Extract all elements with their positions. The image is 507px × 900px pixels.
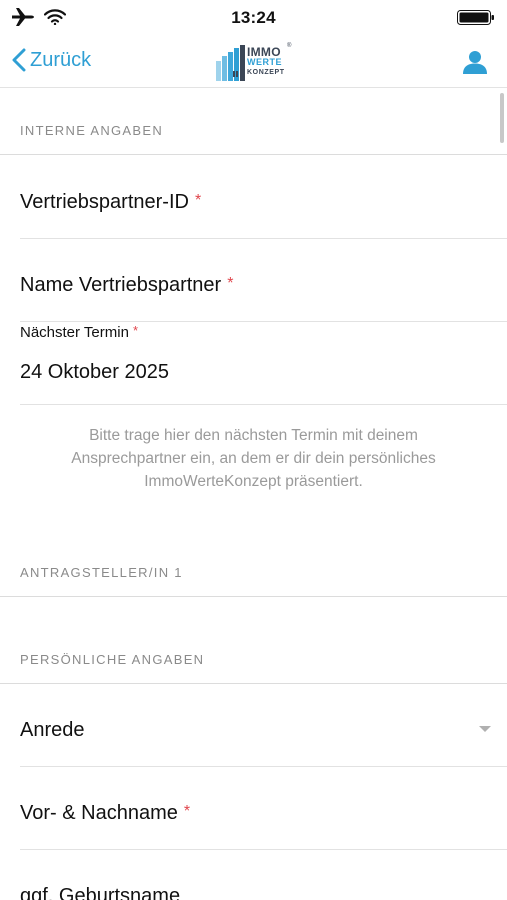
section-divider xyxy=(0,683,507,684)
hint-line-3: ImmoWerteKonzept präsentiert. xyxy=(144,473,363,490)
field-divider xyxy=(20,321,507,322)
field-partner-id-text: Vertriebspartner-ID xyxy=(20,191,189,213)
logo-text-werte: WERTE xyxy=(247,57,282,67)
back-button[interactable]: Zurück xyxy=(12,48,91,72)
form-scroll-view[interactable]: INTERNE ANGABEN Vertriebspartner-ID * Nam… xyxy=(0,89,507,900)
app-logo: IMMO ® WERTE KONZEPT xyxy=(216,42,296,82)
field-birth-name-label: ggf. Geburtsname xyxy=(20,885,181,900)
field-next-date-value: 24 Oktober 2025 xyxy=(20,361,169,383)
section-divider xyxy=(0,154,507,155)
chevron-down-icon xyxy=(479,726,491,732)
field-full-name-text: Vor- & Nachname xyxy=(20,802,178,824)
status-right xyxy=(457,10,495,30)
logo-registered-mark: ® xyxy=(287,43,292,49)
navigation-bar: Zurück IMMO ® WERTE KONZEPT xyxy=(0,36,507,88)
field-next-date-label: Nächster Termin * xyxy=(20,323,138,341)
field-partner-name-label: Name Vertriebspartner * xyxy=(20,274,233,297)
section-header-applicant: ANTRAGSTELLER/IN 1 xyxy=(20,565,183,580)
field-divider xyxy=(20,849,507,850)
required-marker: * xyxy=(132,323,138,338)
required-marker: * xyxy=(194,192,202,209)
field-divider xyxy=(20,766,507,767)
scroll-indicator[interactable] xyxy=(500,93,504,143)
field-divider xyxy=(20,404,507,405)
hint-line-2: Ansprechpartner ein, an dem er dir dein … xyxy=(71,450,436,467)
section-divider xyxy=(0,596,507,597)
hint-line-1: Bitte trage hier den nächsten Termin mit… xyxy=(89,427,418,444)
required-marker: * xyxy=(227,275,234,292)
logo-bars-icon xyxy=(216,45,245,81)
field-salutation-label: Anrede xyxy=(20,719,85,741)
status-bar: 13:24 xyxy=(0,0,507,36)
field-divider xyxy=(20,238,507,239)
chevron-left-icon xyxy=(12,48,26,72)
section-header-internal: INTERNE ANGABEN xyxy=(20,123,164,138)
profile-button[interactable] xyxy=(463,50,487,79)
date-hint-text: Bitte trage hier den nächsten Termin mit… xyxy=(30,424,477,493)
section-header-personal: PERSÖNLICHE ANGABEN xyxy=(20,652,205,667)
battery-icon xyxy=(457,10,494,25)
user-icon xyxy=(463,51,487,74)
status-time: 13:24 xyxy=(231,8,276,27)
back-button-label: Zurück xyxy=(30,48,92,71)
logo-text-konzept: KONZEPT xyxy=(247,69,285,76)
field-full-name-label: Vor- & Nachname * xyxy=(20,802,190,825)
field-next-date-text: Nächster Termin xyxy=(20,324,129,341)
required-marker: * xyxy=(183,803,191,820)
field-partner-id-label: Vertriebspartner-ID * xyxy=(20,191,201,214)
field-partner-name-text: Name Vertriebspartner xyxy=(20,274,222,296)
